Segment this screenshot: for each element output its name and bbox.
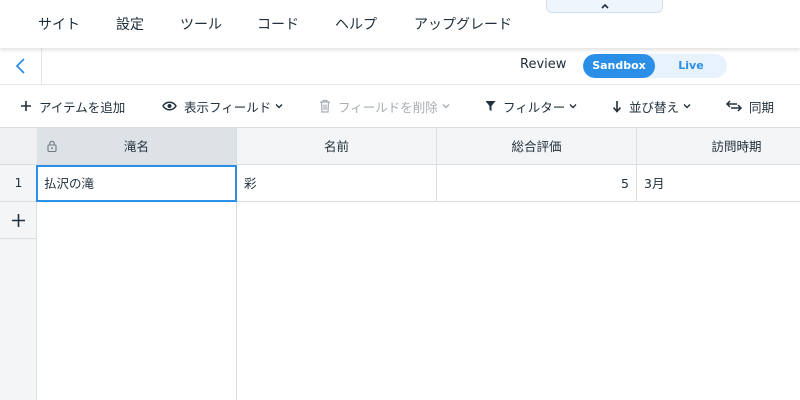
filter-icon bbox=[485, 101, 496, 111]
review-label: Review bbox=[520, 57, 567, 72]
menu-item-code[interactable]: コード bbox=[257, 14, 299, 34]
add-item-label: アイテムを追加 bbox=[39, 99, 126, 115]
column-header-name[interactable]: 名前 bbox=[237, 128, 437, 165]
back-arrow-icon bbox=[15, 58, 25, 74]
sync-icon bbox=[726, 100, 742, 112]
delete-field-button[interactable]: フィールドを削除 bbox=[319, 85, 450, 127]
sync-label: 同期 bbox=[749, 99, 775, 115]
environment-toggle[interactable]: Live Sandbox bbox=[583, 54, 727, 78]
top-menu-bar: サイト 設定 ツール コード ヘルプ アップグレード bbox=[0, 0, 800, 48]
row-number-header bbox=[0, 128, 37, 165]
toolbar: アイテムを追加 表示フィールド フィールドを削除 フィルター 並び替え 同期 bbox=[0, 85, 800, 128]
back-button[interactable] bbox=[0, 48, 42, 84]
column-header-falls-name[interactable]: 滝名 bbox=[37, 128, 237, 165]
add-row-button[interactable] bbox=[0, 202, 37, 239]
column-header-label: 訪問時期 bbox=[711, 139, 762, 154]
menu-item-help[interactable]: ヘルプ bbox=[335, 14, 377, 34]
row-number[interactable]: 1 bbox=[0, 165, 37, 202]
sort-label: 並び替え bbox=[629, 99, 680, 115]
toggle-live[interactable]: Live bbox=[655, 54, 727, 78]
display-fields-label: 表示フィールド bbox=[184, 99, 272, 115]
chevron-down-icon bbox=[569, 104, 577, 109]
sync-button[interactable]: 同期 bbox=[726, 85, 774, 127]
column-header-label: 総合評価 bbox=[511, 139, 562, 154]
table-cell-falls-name[interactable]: 払沢の滝 bbox=[36, 165, 237, 202]
delete-field-label: フィールドを削除 bbox=[338, 99, 438, 115]
menu-item-tools[interactable]: ツール bbox=[180, 14, 222, 34]
data-grid: 1 滝名 名前 総合評価 訪問時期 払沢の滝 彩 5 3月 bbox=[0, 128, 800, 400]
menu-item-upgrade[interactable]: アップグレード bbox=[414, 14, 512, 34]
column-header-label: 名前 bbox=[323, 139, 349, 154]
chevron-up-icon bbox=[601, 3, 609, 9]
sort-down-icon bbox=[612, 100, 622, 113]
eye-icon bbox=[162, 101, 177, 111]
column-header-rating[interactable]: 総合評価 bbox=[437, 128, 637, 165]
filter-button[interactable]: フィルター bbox=[485, 85, 577, 127]
plus-icon bbox=[12, 214, 25, 227]
table-cell-visit-time[interactable]: 3月 bbox=[637, 165, 800, 202]
sort-button[interactable]: 並び替え bbox=[612, 85, 691, 127]
chevron-down-icon bbox=[275, 104, 283, 109]
add-item-button[interactable]: アイテムを追加 bbox=[20, 85, 125, 127]
chevron-down-icon bbox=[683, 104, 691, 109]
collapse-menu-button[interactable] bbox=[546, 0, 663, 13]
plus-icon bbox=[21, 101, 31, 111]
display-fields-button[interactable]: 表示フィールド bbox=[162, 85, 283, 127]
filter-label: フィルター bbox=[503, 99, 566, 115]
menu-item-site[interactable]: サイト bbox=[38, 14, 80, 34]
column-header-label: 滝名 bbox=[123, 139, 149, 154]
menu-item-settings[interactable]: 設定 bbox=[116, 14, 144, 34]
table-cell-name[interactable]: 彩 bbox=[237, 165, 437, 202]
review-bar: Review Live Sandbox bbox=[0, 48, 800, 85]
toggle-sandbox[interactable]: Sandbox bbox=[583, 54, 655, 78]
chevron-down-icon bbox=[442, 104, 450, 109]
trash-icon bbox=[320, 99, 330, 113]
primary-column-area bbox=[37, 202, 237, 400]
table-cell-rating[interactable]: 5 bbox=[437, 165, 637, 202]
lock-icon bbox=[47, 140, 57, 152]
column-header-visit-time[interactable]: 訪問時期 bbox=[637, 128, 800, 165]
